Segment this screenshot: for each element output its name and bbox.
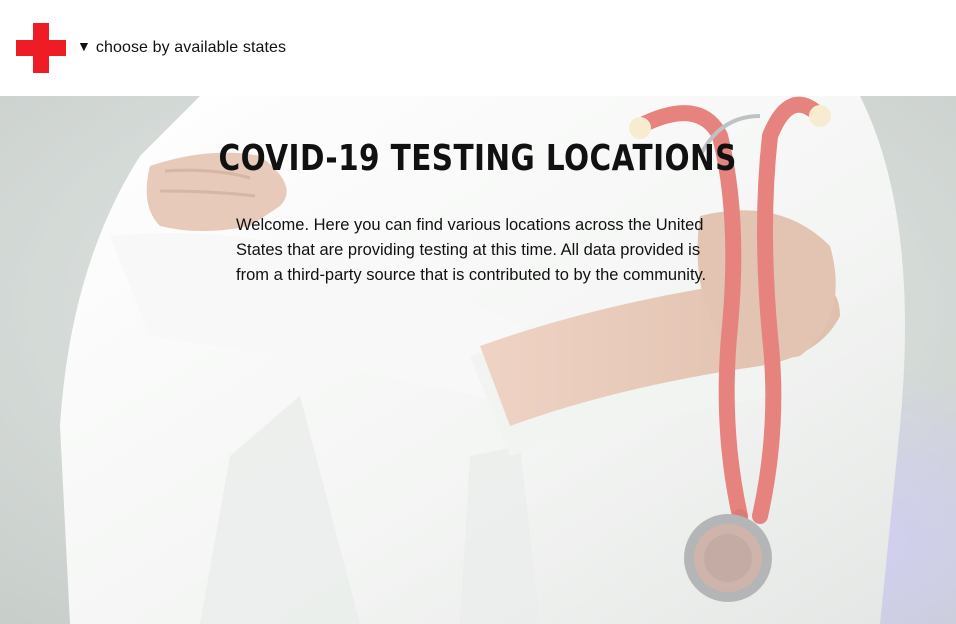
page: ▼ choose by available states COVID-19 TE… <box>0 0 956 624</box>
hero-description: Welcome. Here you can find various locat… <box>236 216 707 284</box>
state-dropdown-label: choose by available states <box>95 39 287 56</box>
page-title: COVID-19 TESTING LOCATIONS <box>218 138 737 179</box>
red-cross-icon[interactable] <box>16 23 66 73</box>
state-dropdown[interactable]: ▼ choose by available states <box>77 36 286 60</box>
site-header: ▼ choose by available states <box>0 0 956 96</box>
triangle-down-icon: ▼ <box>77 38 91 54</box>
hero-section: COVID-19 TESTING LOCATIONS Welcome. Here… <box>0 96 956 624</box>
